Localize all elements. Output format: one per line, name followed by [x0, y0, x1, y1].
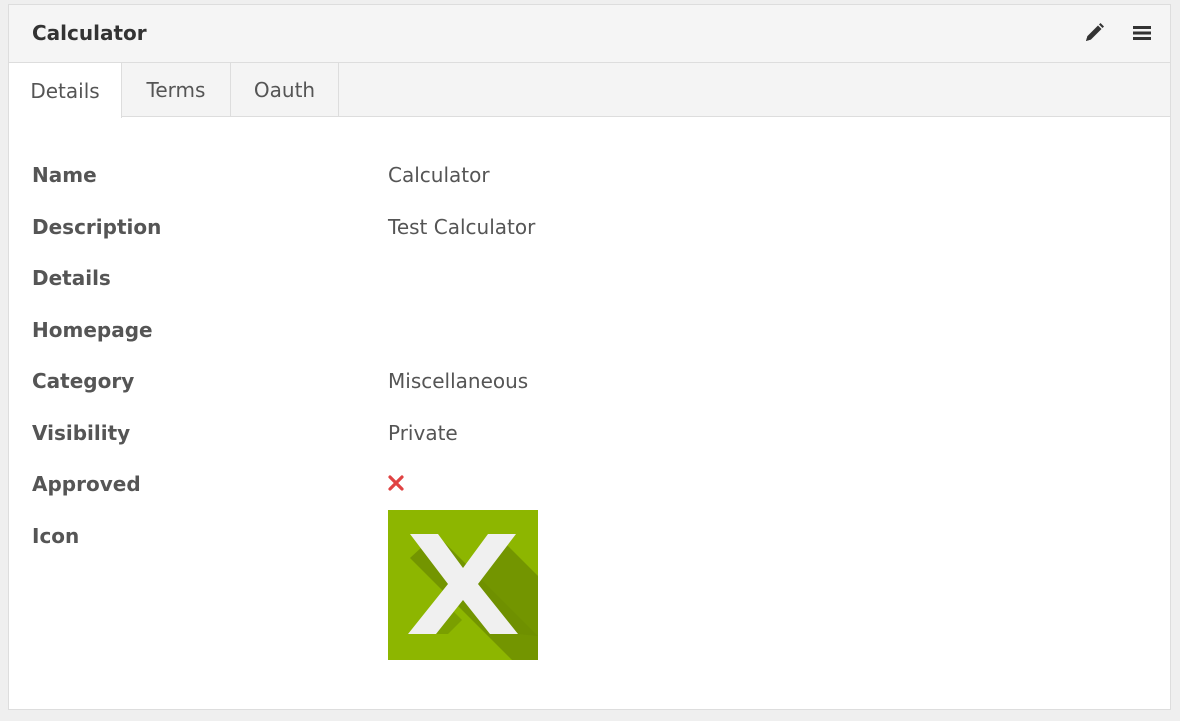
details-content: Name Calculator Description Test Calcula…	[9, 117, 1170, 660]
category-value: Miscellaneous	[388, 369, 529, 393]
description-value: Test Calculator	[388, 214, 536, 239]
app-details-panel: Calculator Details Terms Oauth Name Calc…	[8, 4, 1171, 710]
detail-row-visibility: Visibility Private	[9, 421, 1170, 473]
panel-title: Calculator	[32, 21, 147, 45]
app-x-icon	[388, 509, 538, 660]
visibility-label: Visibility	[32, 420, 131, 445]
homepage-label: Homepage	[32, 317, 153, 342]
pencil-icon[interactable]	[1082, 21, 1106, 45]
panel-header: Calculator	[9, 5, 1170, 63]
detail-row-details: Details	[9, 266, 1170, 318]
detail-row-category: Category Miscellaneous	[9, 369, 1170, 421]
detail-row-name: Name Calculator	[9, 163, 1170, 215]
menu-icon[interactable]	[1130, 21, 1154, 45]
icon-value	[388, 509, 538, 660]
approved-value	[388, 472, 404, 496]
name-value: Calculator	[388, 163, 490, 187]
tab-terms[interactable]: Terms	[122, 63, 231, 117]
details-label: Details	[32, 266, 111, 290]
header-actions	[1082, 21, 1154, 45]
tab-details[interactable]: Details	[9, 63, 122, 118]
visibility-value: Private	[388, 420, 458, 445]
tab-bar: Details Terms Oauth	[9, 63, 1170, 118]
category-label: Category	[32, 369, 135, 393]
cross-icon	[388, 472, 404, 497]
detail-row-description: Description Test Calculator	[9, 215, 1170, 267]
detail-row-approved: Approved	[9, 472, 1170, 524]
description-label: Description	[32, 214, 162, 239]
detail-row-icon: Icon	[9, 509, 1170, 660]
tab-oauth[interactable]: Oauth	[231, 63, 339, 117]
icon-label: Icon	[32, 523, 80, 548]
approved-label: Approved	[32, 472, 141, 496]
detail-row-homepage: Homepage	[9, 318, 1170, 370]
name-label: Name	[32, 163, 97, 187]
